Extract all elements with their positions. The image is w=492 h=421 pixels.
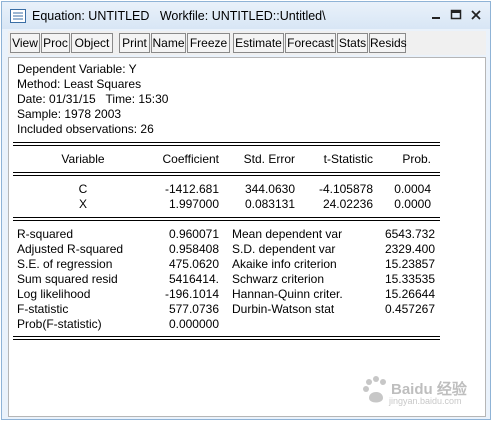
stat-value: 0.958408	[168, 242, 219, 256]
view-button[interactable]: View	[10, 33, 40, 53]
minimize-icon[interactable]	[428, 7, 444, 23]
stat-label: S.E. of regression	[17, 257, 113, 271]
equation-window: Equation: UNTITLED Workfile: UNTITLED::U…	[1, 1, 491, 420]
stat-value: 0.457267	[384, 302, 435, 316]
table-row-prob: 0.0000	[394, 197, 431, 211]
close-icon[interactable]	[468, 7, 484, 23]
window-title: Equation: UNTITLED Workfile: UNTITLED::U…	[32, 9, 326, 23]
table-row-prob: 0.0004	[394, 182, 431, 196]
maximize-icon[interactable]	[448, 7, 464, 23]
stats-button[interactable]: Stats	[337, 33, 368, 53]
table-row-variable: X	[78, 197, 87, 211]
stat-value: 15.23857	[384, 257, 435, 271]
table-top-rule	[13, 142, 440, 143]
eviews-app-icon	[10, 9, 26, 23]
table-row-std-error: 0.083131	[244, 197, 295, 211]
stats-bottom-rule	[13, 336, 440, 337]
stat-label: Sum squared resid	[17, 272, 118, 286]
stat-value: 577.0736	[168, 302, 219, 316]
stat-label: Mean dependent var	[232, 227, 343, 241]
stat-value: 15.33535	[384, 272, 435, 286]
estimation-output[interactable]: Dependent Variable: Y Method: Least Squa…	[8, 57, 486, 417]
stat-value: 5416414.	[168, 272, 219, 286]
table-row-variable: C	[78, 182, 88, 196]
col-header-variable: Variable	[61, 152, 105, 166]
title-bar[interactable]: Equation: UNTITLED Workfile: UNTITLED::U…	[2, 2, 490, 29]
baidu-watermark: Baidu 经验 jingyan.baidu.com	[361, 374, 481, 413]
dependent-variable-line: Dependent Variable: Y	[17, 62, 137, 76]
stat-label: Schwarz criterion	[232, 272, 325, 286]
stat-label: S.D. dependent var	[232, 242, 336, 256]
stat-label: R-squared	[17, 227, 74, 241]
table-header-rule	[13, 172, 440, 173]
method-line: Method: Least Squares	[17, 77, 142, 91]
proc-button[interactable]: Proc	[41, 33, 70, 53]
observations-line: Included observations: 26	[17, 122, 154, 136]
stat-value: 6543.732	[384, 227, 435, 241]
stats-top-rule	[13, 217, 440, 218]
stat-label: F-statistic	[17, 302, 69, 316]
stat-value: -196.1014	[164, 287, 219, 301]
estimate-button[interactable]: Estimate	[233, 33, 284, 53]
col-header-t-statistic: t-Statistic	[323, 152, 373, 166]
stats-top-rule	[13, 220, 440, 221]
stat-label: Log likelihood	[17, 287, 91, 301]
watermark-subtext: jingyan.baidu.com	[389, 396, 462, 406]
stat-value: 2329.400	[384, 242, 435, 256]
stat-label: Akaike info criterion	[232, 257, 337, 271]
col-header-coefficient: Coefficient	[162, 152, 219, 166]
stat-value: 0.960071	[168, 227, 219, 241]
table-header-rule	[13, 175, 440, 176]
stat-value: 475.0620	[168, 257, 219, 271]
toolbar: View Proc Object Print Name Freeze Estim…	[8, 31, 486, 55]
stats-bottom-rule	[13, 339, 440, 340]
stat-value: 0.000000	[168, 317, 219, 331]
stat-label: Durbin-Watson stat	[232, 302, 335, 316]
sample-line: Sample: 1978 2003	[17, 107, 122, 121]
table-row-coefficient: -1412.681	[164, 182, 219, 196]
stat-value: 15.26644	[384, 287, 435, 301]
resids-button[interactable]: Resids	[369, 33, 407, 53]
name-button[interactable]: Name	[151, 33, 186, 53]
stat-label: Adjusted R-squared	[17, 242, 124, 256]
col-header-std-error: Std. Error	[243, 152, 295, 166]
table-row-t-statistic: 24.02236	[322, 197, 373, 211]
print-button[interactable]: Print	[119, 33, 150, 53]
stat-label: Prob(F-statistic)	[17, 317, 102, 331]
table-row-coefficient: 1.997000	[168, 197, 219, 211]
object-button[interactable]: Object	[71, 33, 113, 53]
forecast-button[interactable]: Forecast	[285, 33, 336, 53]
col-header-prob: Prob.	[402, 152, 431, 166]
table-row-t-statistic: -4.105878	[318, 182, 373, 196]
table-row-std-error: 344.0630	[244, 182, 295, 196]
freeze-button[interactable]: Freeze	[187, 33, 230, 53]
stat-label: Hannan-Quinn criter.	[232, 287, 343, 301]
date-time-line: Date: 01/31/15 Time: 15:30	[17, 92, 169, 106]
table-top-rule	[13, 145, 440, 146]
